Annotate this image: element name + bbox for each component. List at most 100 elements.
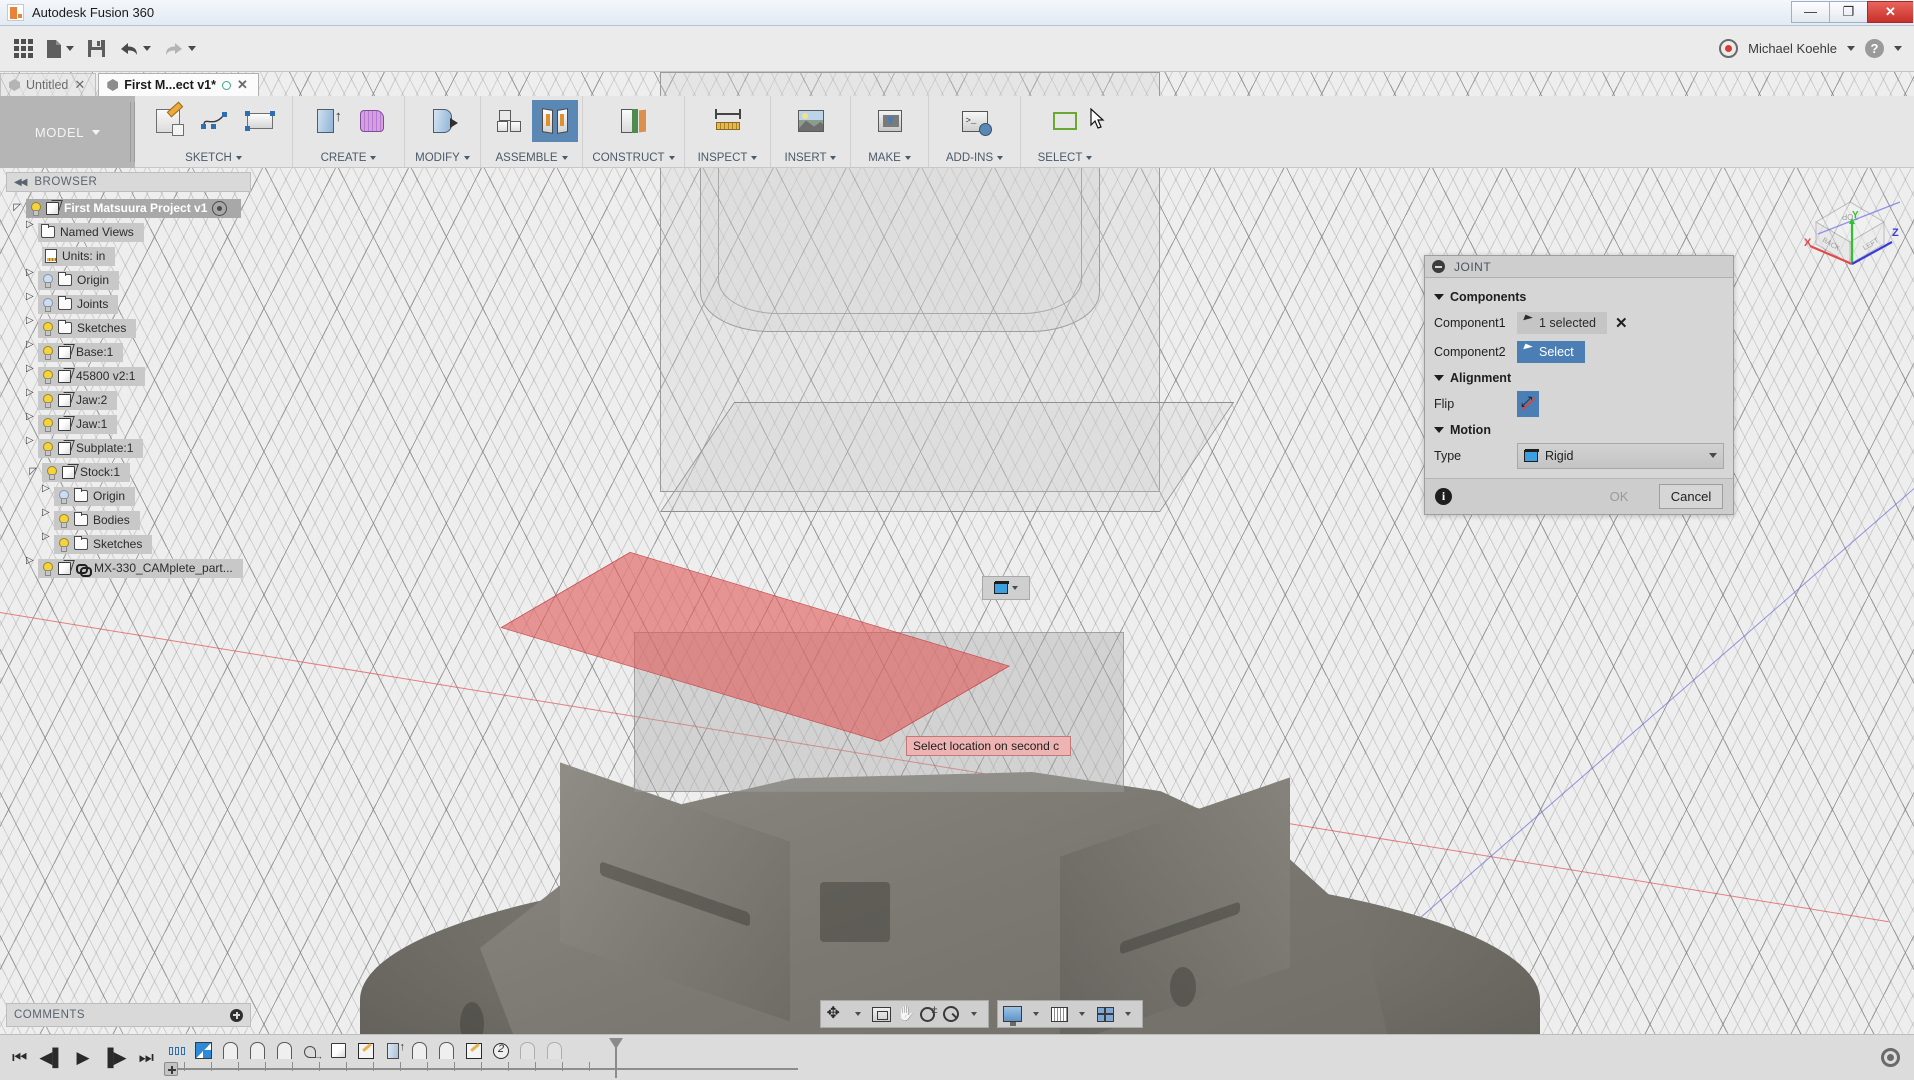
- grid-snaps-dropdown[interactable]: [1071, 1002, 1093, 1026]
- timeline-node[interactable]: [461, 1040, 487, 1062]
- doc-tab-untitled[interactable]: Untitled ✕: [0, 73, 97, 96]
- expand-arrow-icon[interactable]: [26, 267, 34, 292]
- ribbon-group-label-insert[interactable]: INSERT: [785, 152, 837, 164]
- chevron-down-icon[interactable]: [561, 156, 568, 160]
- create-sketch-button[interactable]: [145, 100, 191, 142]
- browser-item-sketches[interactable]: Sketches: [6, 315, 251, 340]
- scripts-addins-button[interactable]: [952, 100, 998, 142]
- joint-button[interactable]: [531, 100, 578, 142]
- chevron-down-icon[interactable]: [997, 156, 1004, 160]
- browser-item-sketches[interactable]: Sketches: [6, 531, 251, 556]
- chevron-down-icon[interactable]: [143, 46, 151, 51]
- browser-item-first-matsuura-project-v1[interactable]: First Matsuura Project v1: [6, 196, 251, 220]
- press-pull-button[interactable]: [420, 100, 466, 142]
- chevron-down-icon[interactable]: [188, 46, 196, 51]
- spline-button[interactable]: [191, 100, 237, 142]
- component1-clear-button[interactable]: ✕: [1615, 314, 1628, 332]
- expand-arrow-icon[interactable]: [26, 315, 34, 340]
- ribbon-group-label-select[interactable]: SELECT: [1038, 152, 1093, 164]
- rectangle-button[interactable]: [237, 100, 283, 142]
- chevron-down-icon[interactable]: [370, 156, 377, 160]
- expand-arrow-icon[interactable]: [42, 531, 50, 556]
- joint-dialog[interactable]: JOINT Components Component1 1 selected ✕…: [1424, 255, 1734, 515]
- browser-item-origin[interactable]: Origin: [6, 267, 251, 292]
- visibility-bulb-icon[interactable]: [41, 441, 53, 456]
- expand-arrow-icon[interactable]: [26, 435, 34, 460]
- expand-arrow-icon[interactable]: [26, 339, 34, 364]
- browser-item-bodies[interactable]: Bodies: [6, 507, 251, 532]
- visibility-bulb-icon[interactable]: [41, 297, 53, 312]
- ribbon-group-label-inspect[interactable]: INSPECT: [698, 152, 758, 164]
- timeline-node[interactable]: [542, 1040, 568, 1062]
- viewports-dropdown[interactable]: [1117, 1002, 1139, 1026]
- add-comment-icon[interactable]: [230, 1008, 243, 1022]
- chevron-down-icon[interactable]: [668, 156, 675, 160]
- visibility-bulb-icon[interactable]: [57, 513, 69, 528]
- undo-button[interactable]: [113, 32, 156, 66]
- chevron-down-icon[interactable]: [92, 129, 101, 135]
- component2-select-button[interactable]: Select: [1517, 340, 1585, 363]
- browser-item-named-views[interactable]: Named Views: [6, 219, 251, 244]
- doc-tab-first-matsuura[interactable]: First M...ect v1* ✕: [98, 73, 259, 96]
- visibility-bulb-icon[interactable]: [41, 561, 53, 576]
- play-button[interactable]: ▶: [76, 1049, 89, 1066]
- timeline-node[interactable]: [407, 1040, 433, 1062]
- mesh-button[interactable]: [349, 100, 395, 142]
- ok-button[interactable]: OK: [1587, 484, 1651, 509]
- expand-arrow-icon[interactable]: [26, 411, 34, 436]
- ribbon-group-label-modify[interactable]: MODIFY: [415, 152, 470, 164]
- expand-arrow-icon[interactable]: [26, 291, 34, 316]
- workspace-switcher[interactable]: MODEL: [0, 96, 135, 168]
- browser-item-jaw-2[interactable]: Jaw:2: [6, 387, 251, 412]
- cancel-button[interactable]: Cancel: [1659, 484, 1723, 509]
- ribbon-group-label-construct[interactable]: CONSTRUCT: [592, 152, 675, 164]
- timeline-node[interactable]: [326, 1040, 352, 1062]
- chevron-down-icon[interactable]: [1894, 46, 1902, 51]
- step-forward-button[interactable]: ▐▶: [102, 1049, 127, 1066]
- expand-arrow-icon[interactable]: [26, 219, 34, 244]
- orbit-button[interactable]: [824, 1002, 846, 1026]
- screen-recorder-icon[interactable]: [1719, 39, 1739, 58]
- ribbon-group-label-addins[interactable]: ADD-INS: [946, 152, 1004, 164]
- chevron-down-icon[interactable]: [1709, 453, 1717, 458]
- view-cube[interactable]: TOP BACK LEFT X Y Z: [1800, 184, 1910, 279]
- ribbon-group-label-assemble[interactable]: ASSEMBLE: [496, 152, 568, 164]
- timeline-node[interactable]: [353, 1040, 379, 1062]
- timeline-expand-icon[interactable]: [163, 1061, 178, 1076]
- measure-button[interactable]: [705, 100, 751, 142]
- timeline-node[interactable]: [164, 1040, 190, 1062]
- expand-arrow-icon[interactable]: [26, 555, 34, 580]
- browser-item-joints[interactable]: Joints: [6, 291, 251, 316]
- user-name-label[interactable]: Michael Koehle: [1748, 41, 1837, 56]
- expand-arrow-icon[interactable]: [26, 387, 34, 412]
- help-icon[interactable]: ?: [1865, 39, 1884, 58]
- minimize-button[interactable]: —: [1791, 0, 1829, 23]
- 3d-viewport[interactable]: Select location on second c TOP BACK LEF…: [0, 72, 1914, 1080]
- browser-item-jaw-1[interactable]: Jaw:1: [6, 411, 251, 436]
- joint-type-mini-widget[interactable]: [982, 576, 1030, 600]
- timeline-node[interactable]: [245, 1040, 271, 1062]
- chevron-down-icon[interactable]: [463, 156, 470, 160]
- timeline-node[interactable]: [218, 1040, 244, 1062]
- expand-arrow-icon[interactable]: [26, 363, 34, 388]
- chevron-down-icon[interactable]: [235, 156, 242, 160]
- chevron-down-icon[interactable]: [66, 46, 74, 51]
- insert-image-button[interactable]: [788, 100, 834, 142]
- construct-plane-button[interactable]: [611, 100, 657, 142]
- ribbon-group-label-sketch[interactable]: SKETCH: [185, 152, 242, 164]
- browser-item-base-1[interactable]: Base:1: [6, 339, 251, 364]
- ribbon-group-label-make[interactable]: MAKE: [868, 152, 911, 164]
- visibility-bulb-icon[interactable]: [41, 369, 53, 384]
- new-component-button[interactable]: [486, 100, 532, 142]
- visibility-bulb-icon[interactable]: [41, 273, 53, 288]
- browser-item-mx-330-camplete-part[interactable]: MX-330_CAMplete_part...: [6, 555, 251, 580]
- section-header-alignment[interactable]: Alignment: [1434, 371, 1724, 385]
- section-header-components[interactable]: Components: [1434, 290, 1724, 304]
- visibility-bulb-icon[interactable]: [41, 321, 53, 336]
- ribbon-group-label-create[interactable]: CREATE: [321, 152, 377, 164]
- display-settings-dropdown[interactable]: [1025, 1002, 1047, 1026]
- browser-item-45800-v2-1[interactable]: 45800 v2:1: [6, 363, 251, 388]
- restore-button[interactable]: ❐: [1829, 0, 1867, 23]
- chevron-down-icon[interactable]: [1847, 46, 1855, 51]
- visibility-bulb-icon[interactable]: [41, 393, 53, 408]
